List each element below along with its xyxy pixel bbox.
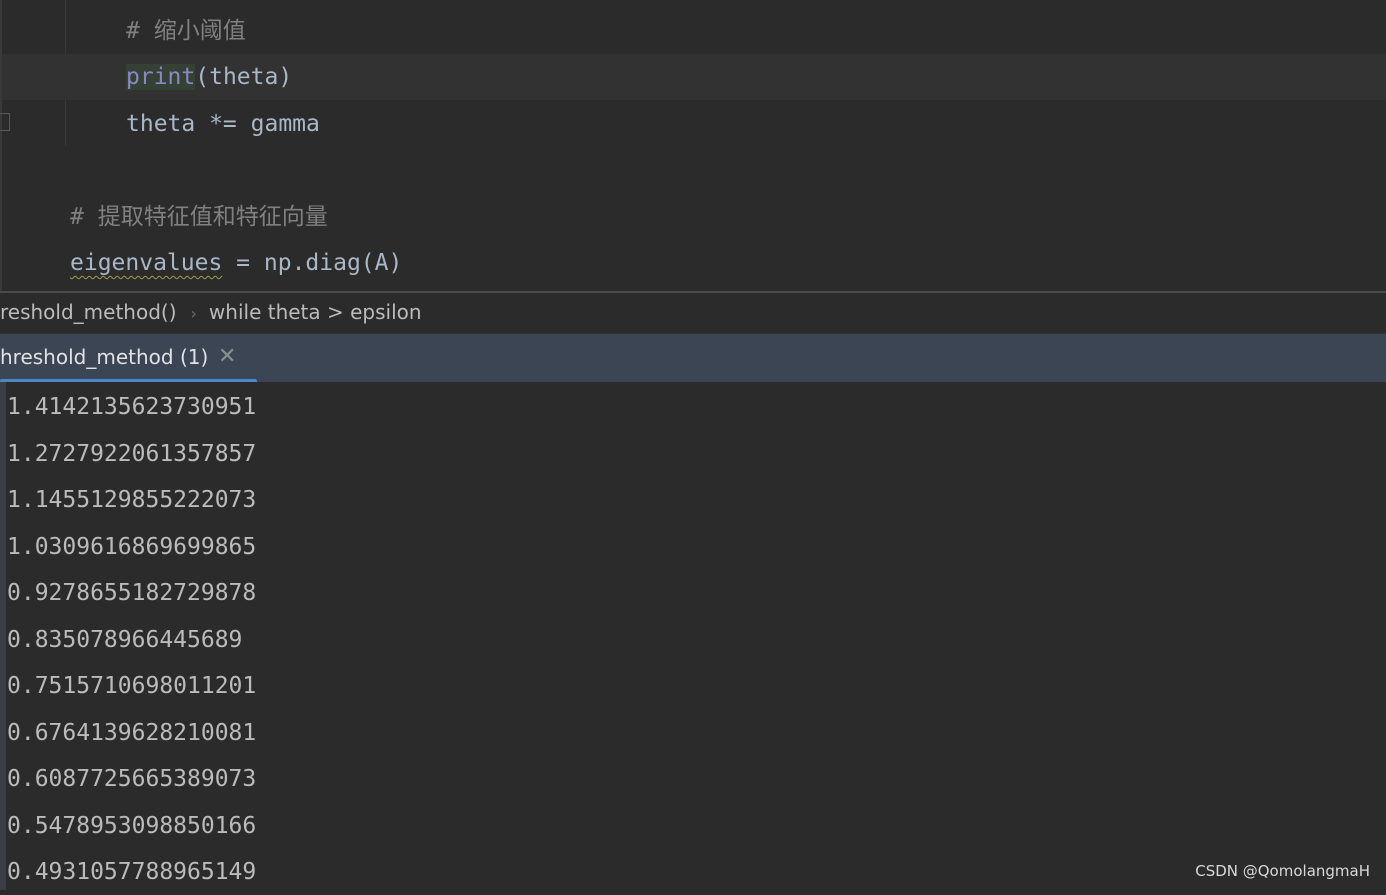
output-line: 0.9278655182729878 bbox=[7, 580, 257, 606]
output-line: 1.2727922061357857 bbox=[7, 440, 257, 467]
code-line[interactable]: theta *= gamma bbox=[126, 101, 1386, 147]
fold-icon[interactable] bbox=[0, 113, 10, 131]
code-line[interactable]: # 缩小阈值 bbox=[126, 8, 1386, 54]
code-line[interactable]: eigenvalues = np.diag(A) bbox=[70, 240, 1386, 286]
comment: # 缩小阈值 bbox=[126, 18, 246, 44]
output-line: 1.4142135623730951 bbox=[7, 394, 257, 420]
code-text: (theta) bbox=[195, 64, 293, 90]
breadcrumb-item-function[interactable]: reshold_method() bbox=[0, 293, 177, 331]
chevron-right-icon: › bbox=[190, 304, 197, 323]
console-output[interactable]: 1.4142135623730951 1.2727922061357857 1.14… bbox=[0, 382, 1386, 890]
output-line: 0.4931057788965149 bbox=[7, 859, 257, 885]
code-editor[interactable]: # 缩小阈值 print(theta) theta *= gamma # 提取特… bbox=[0, 0, 1386, 291]
console-gutter bbox=[0, 382, 6, 890]
output-line: 0.6764139628210081 bbox=[7, 719, 257, 746]
code-text: = np.diag(A) bbox=[222, 250, 403, 276]
code-text: theta *= gamma bbox=[126, 111, 320, 137]
close-icon[interactable]: ✕ bbox=[218, 334, 236, 380]
warned-identifier: eigenvalues bbox=[70, 250, 223, 276]
run-tab[interactable]: hreshold_method (1) ✕ bbox=[0, 334, 257, 383]
run-tab-label: hreshold_method (1) bbox=[0, 345, 209, 369]
output-line: 1.1455129855222073 bbox=[7, 487, 257, 513]
code-line[interactable]: # 提取特征值和特征向量 bbox=[70, 194, 1386, 240]
run-tab-bar: hreshold_method (1) ✕ bbox=[0, 333, 1386, 383]
output-line: 0.5478953098850166 bbox=[7, 812, 257, 839]
comment: # 提取特征值和特征向量 bbox=[70, 204, 328, 230]
breadcrumb: reshold_method() › while theta > epsilon bbox=[0, 291, 1386, 332]
breadcrumb-item-loop[interactable]: while theta > epsilon bbox=[209, 293, 422, 331]
print-keyword: print bbox=[126, 64, 196, 90]
output-line: 0.6087725665389073 bbox=[7, 766, 257, 792]
output-line: 1.0309616869699865 bbox=[7, 533, 257, 560]
output-line: 0.835078966445689 bbox=[7, 626, 243, 653]
code-line-current[interactable]: print(theta) bbox=[2, 54, 1386, 100]
watermark: CSDN @QomolangmaH bbox=[1195, 862, 1370, 880]
output-line: 0.7515710698011201 bbox=[7, 673, 257, 699]
